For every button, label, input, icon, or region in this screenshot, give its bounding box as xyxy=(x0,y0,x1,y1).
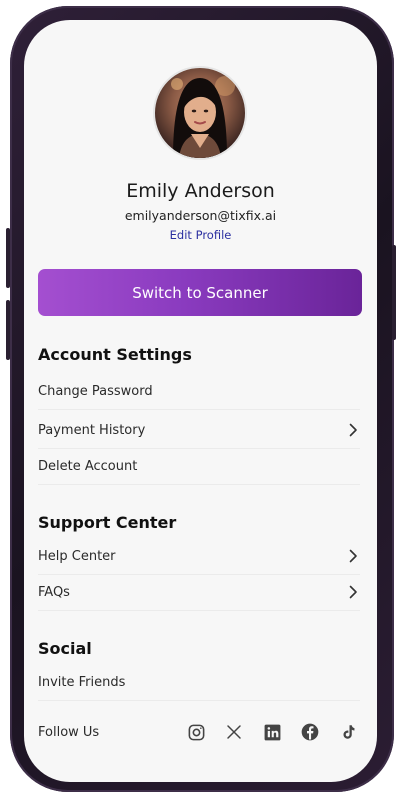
help-center-label: Help Center xyxy=(38,548,116,564)
tiktok-icon[interactable] xyxy=(338,722,358,742)
phone-side-button xyxy=(6,228,10,288)
change-password-label: Change Password xyxy=(38,383,153,399)
support-center-heading: Support Center xyxy=(38,513,177,532)
profile-avatar[interactable] xyxy=(153,66,247,160)
delete-account-label: Delete Account xyxy=(38,458,138,474)
faqs-label: FAQs xyxy=(38,584,70,600)
phone-side-button-2 xyxy=(6,300,10,360)
facebook-icon[interactable] xyxy=(300,722,320,742)
avatar-image xyxy=(171,76,235,158)
payment-history-item[interactable]: Payment History xyxy=(38,412,360,449)
chevron-right-icon xyxy=(346,549,360,563)
profile-email: emilyanderson@tixfix.ai xyxy=(124,208,277,223)
change-password-item[interactable]: Change Password xyxy=(38,373,360,410)
help-center-item[interactable]: Help Center xyxy=(38,538,360,575)
switch-to-scanner-label: Switch to Scanner xyxy=(132,283,268,302)
account-settings-heading: Account Settings xyxy=(38,345,192,364)
phone-power-button xyxy=(392,245,396,340)
chevron-right-icon xyxy=(346,585,360,599)
follow-us-row: Follow Us xyxy=(38,714,360,750)
follow-us-label: Follow Us xyxy=(38,724,100,740)
social-heading: Social xyxy=(38,639,92,658)
delete-account-item[interactable]: Delete Account xyxy=(38,448,360,485)
payment-history-label: Payment History xyxy=(38,422,146,438)
instagram-icon[interactable] xyxy=(186,722,206,742)
social-links xyxy=(186,722,358,742)
linkedin-icon[interactable] xyxy=(262,722,282,742)
app-screen: Emily Anderson emilyanderson@tixfix.ai E… xyxy=(24,20,377,782)
profile-name: Emily Anderson xyxy=(126,180,275,202)
switch-to-scanner-button[interactable]: Switch to Scanner xyxy=(38,269,362,316)
chevron-right-icon xyxy=(346,423,360,437)
x-icon[interactable] xyxy=(224,722,244,742)
invite-friends-label: Invite Friends xyxy=(38,674,126,690)
invite-friends-item[interactable]: Invite Friends xyxy=(38,664,360,701)
faqs-item[interactable]: FAQs xyxy=(38,574,360,611)
edit-profile-link[interactable]: Edit Profile xyxy=(24,228,377,242)
